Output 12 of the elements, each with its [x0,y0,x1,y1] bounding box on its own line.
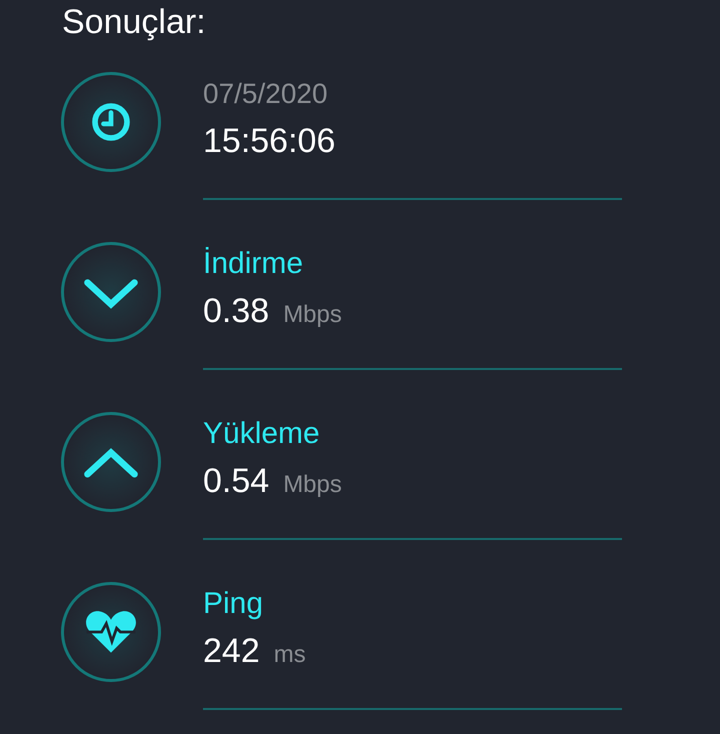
metric-label: Ping [203,586,264,622]
metric-value: 0.38 [203,291,270,332]
unit-label: ms [274,641,306,669]
metric-value: 0.54 [203,461,270,502]
metric-value: 242 [203,631,260,672]
unit-label: Mbps [283,301,342,329]
metric-label: İndirme [203,246,304,282]
date-label: 07/5/2020 [203,77,329,111]
metric-label: Yükleme [203,416,321,452]
unit-label: Mbps [283,471,342,499]
time-value: 15:56:06 [203,121,336,162]
results-heading: Sonuçlar: [62,2,207,43]
